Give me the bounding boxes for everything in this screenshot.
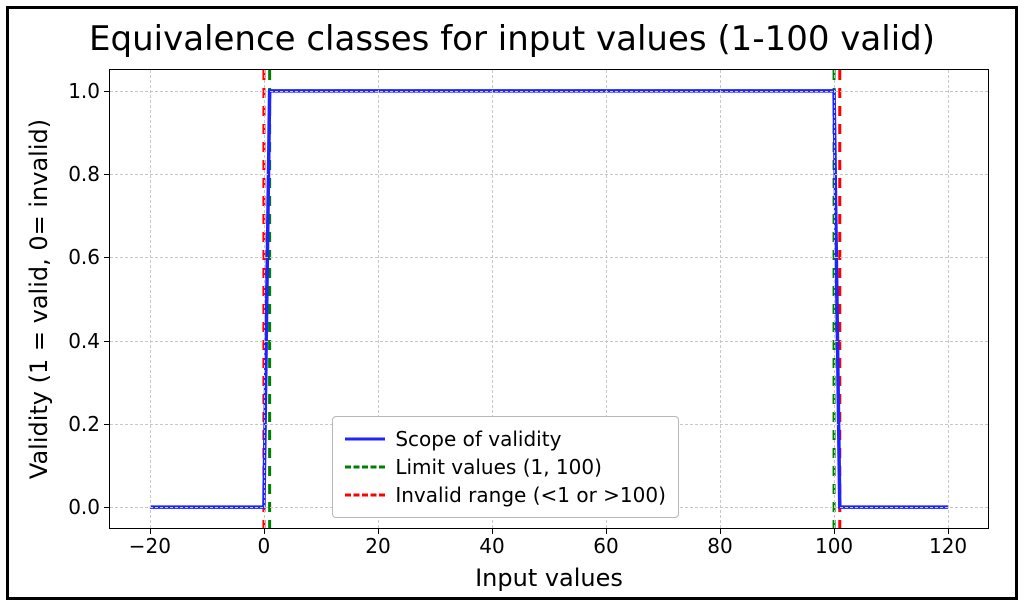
tick-mark-y [104, 91, 110, 92]
x-tick-label: 120 [929, 534, 967, 558]
x-tick-label: 20 [365, 534, 390, 558]
y-axis-label: Validity (1 = valid, 0= invalid) [25, 119, 53, 479]
x-tick-label: 0 [258, 534, 271, 558]
x-tick-label: 40 [479, 534, 504, 558]
gridline-vertical [150, 70, 151, 528]
gridline-vertical [264, 70, 265, 528]
legend-label-scope: Scope of validity [395, 425, 561, 453]
tick-mark-y [104, 257, 110, 258]
gridline-horizontal [110, 341, 988, 342]
legend-item-limit: Limit values (1, 100) [345, 453, 666, 481]
tick-mark-y [104, 507, 110, 508]
chart-title: Equivalence classes for input values (1-… [9, 19, 1015, 59]
x-tick-label: 80 [707, 534, 732, 558]
legend-item-invalid: Invalid range (<1 or >100) [345, 481, 666, 509]
gridline-horizontal [110, 174, 988, 175]
chart-frame: Equivalence classes for input values (1-… [6, 6, 1018, 600]
plot-area: −200204060801001200.00.20.40.60.81.0Scop… [109, 69, 989, 529]
legend-label-invalid: Invalid range (<1 or >100) [395, 481, 666, 509]
legend-swatch-invalid [345, 485, 385, 505]
gridline-horizontal [110, 257, 988, 258]
gridline-vertical [834, 70, 835, 528]
tick-mark-y [104, 341, 110, 342]
gridline-horizontal [110, 91, 988, 92]
legend-item-scope: Scope of validity [345, 425, 666, 453]
legend-swatch-scope [345, 429, 385, 449]
y-axis-label-container: Validity (1 = valid, 0= invalid) [27, 69, 51, 529]
y-tick-label: 0.8 [68, 162, 100, 186]
x-axis-label: Input values [109, 564, 989, 592]
gridline-vertical [948, 70, 949, 528]
x-tick-label: 100 [815, 534, 853, 558]
x-tick-label: 60 [593, 534, 618, 558]
tick-mark-y [104, 424, 110, 425]
legend-swatch-limit [345, 457, 385, 477]
legend-label-limit: Limit values (1, 100) [395, 453, 602, 481]
x-tick-label: −20 [129, 534, 171, 558]
y-tick-label: 0.6 [68, 245, 100, 269]
gridline-vertical [720, 70, 721, 528]
y-tick-label: 0.2 [68, 412, 100, 436]
y-tick-label: 1.0 [68, 79, 100, 103]
y-tick-label: 0.4 [68, 329, 100, 353]
legend: Scope of validityLimit values (1, 100)In… [332, 416, 679, 518]
tick-mark-y [104, 174, 110, 175]
y-tick-label: 0.0 [68, 495, 100, 519]
